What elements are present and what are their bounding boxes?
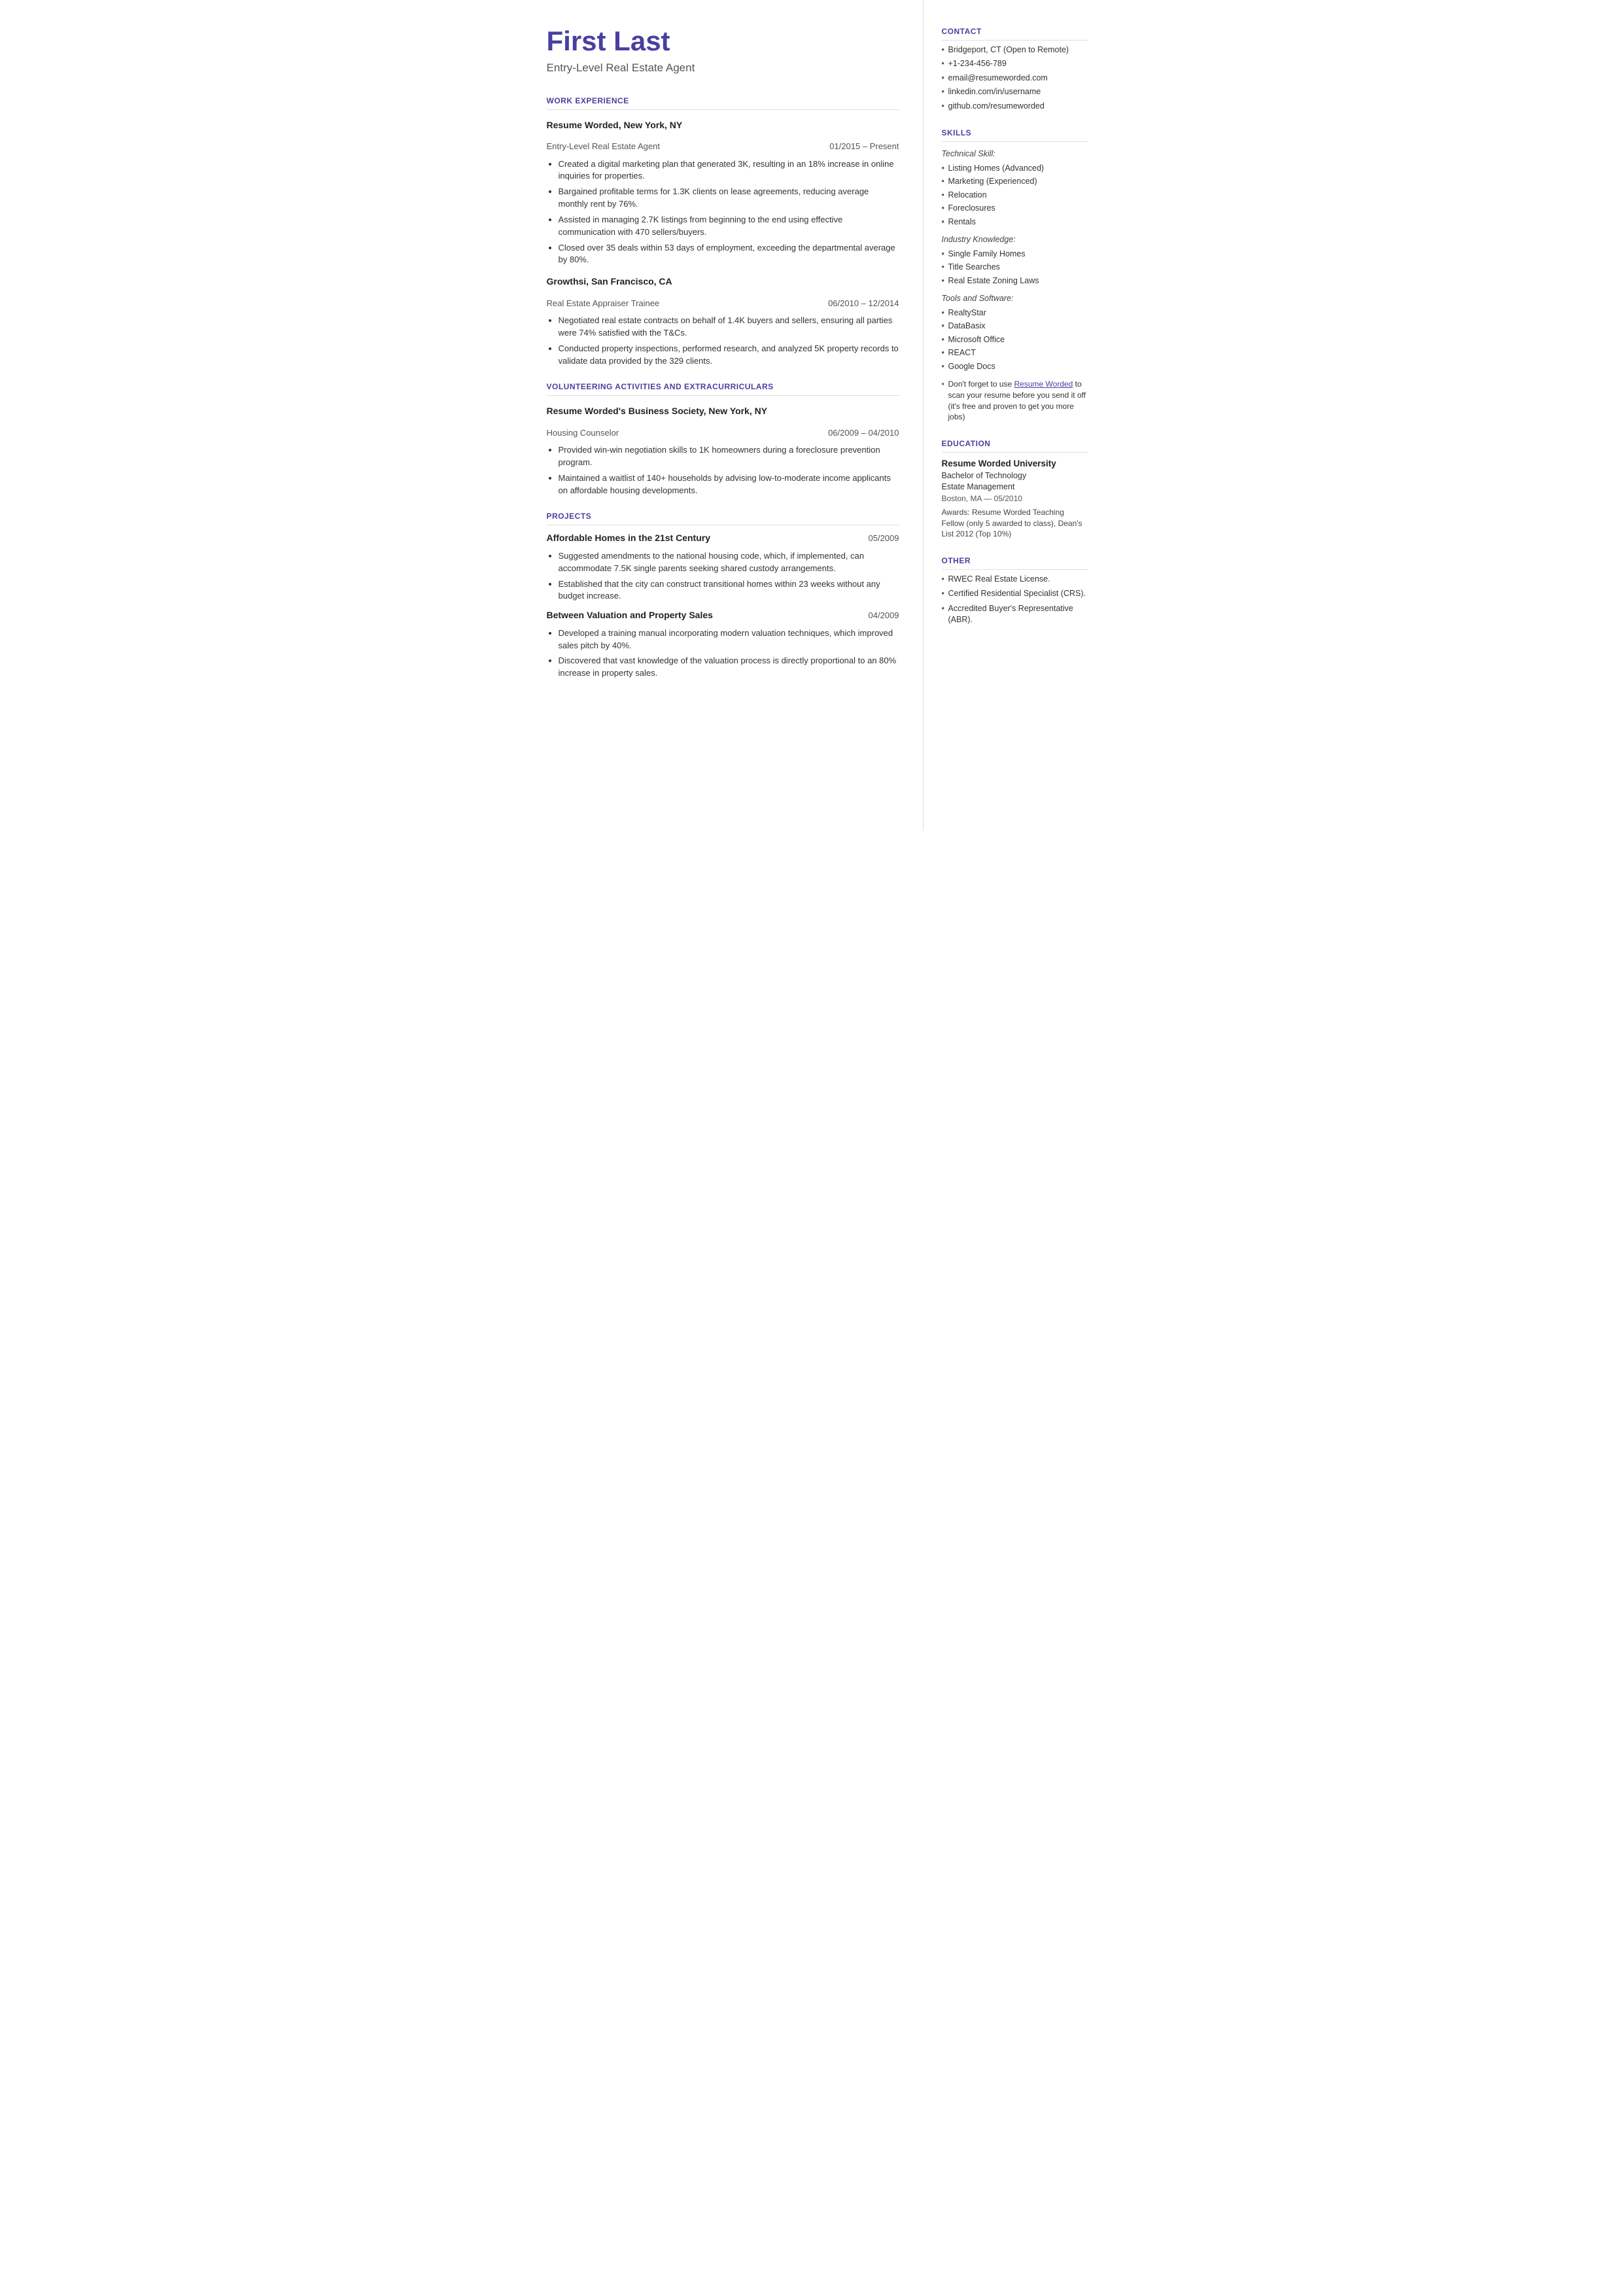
left-column: First Last Entry-Level Real Estate Agent… [518, 0, 924, 831]
work-experience-header: WORK EXPERIENCE [547, 96, 899, 110]
tools-list: RealtyStar DataBasix Microsoft Office RE… [942, 307, 1088, 373]
education-section: EDUCATION Resume Worded University Bache… [942, 438, 1088, 540]
tool-3: REACT [942, 347, 1088, 359]
project-2-bullet-2: Discovered that vast knowledge of the va… [559, 655, 899, 680]
volunteering-header: VOLUNTEERING ACTIVITIES AND EXTRACURRICU… [547, 381, 899, 396]
job-1-header-row: Resume Worded, New York, NY [547, 119, 899, 132]
job-2-bullets: Negotiated real estate contracts on beha… [559, 315, 899, 367]
technical-skill-1: Marketing (Experienced) [942, 176, 1088, 188]
tool-1: DataBasix [942, 321, 1088, 332]
technical-skill-3: Foreclosures [942, 203, 1088, 215]
job-1-bullet-1: Created a digital marketing plan that ge… [559, 158, 899, 183]
job-2: Growthsi, San Francisco, CA Real Estate … [547, 275, 899, 367]
industry-skill-0: Single Family Homes [942, 249, 1088, 260]
industry-skill-1: Title Searches [942, 262, 1088, 273]
project-2-title: Between Valuation and Property Sales [547, 609, 713, 622]
job-1-bullets: Created a digital marketing plan that ge… [559, 158, 899, 267]
volunteer-1-role-row: Housing Counselor 06/2009 – 04/2010 [547, 427, 899, 439]
technical-skill-0: Listing Homes (Advanced) [942, 163, 1088, 175]
other-section: OTHER RWEC Real Estate License. Certifie… [942, 555, 1088, 626]
projects-header: PROJECTS [547, 511, 899, 525]
contact-list: Bridgeport, CT (Open to Remote) +1-234-4… [942, 44, 1088, 113]
technical-skills-list: Listing Homes (Advanced) Marketing (Expe… [942, 163, 1088, 228]
project-1-title: Affordable Homes in the 21st Century [547, 532, 711, 545]
volunteer-1-bullets: Provided win-win negotiation skills to 1… [559, 444, 899, 497]
project-1-bullet-2: Established that the city can construct … [559, 578, 899, 603]
other-list: RWEC Real Estate License. Certified Resi… [942, 574, 1088, 626]
right-column: CONTACT Bridgeport, CT (Open to Remote) … [924, 0, 1107, 831]
main-title: Entry-Level Real Estate Agent [547, 60, 899, 76]
project-2-title-row: Between Valuation and Property Sales 04/… [547, 609, 899, 622]
project-2-bullet-1: Developed a training manual incorporatin… [559, 627, 899, 652]
other-header: OTHER [942, 555, 1088, 570]
job-1: Resume Worded, New York, NY Entry-Level … [547, 119, 899, 267]
contact-item-1: +1-234-456-789 [942, 58, 1088, 70]
contact-section: CONTACT Bridgeport, CT (Open to Remote) … [942, 26, 1088, 112]
job-2-header-row: Growthsi, San Francisco, CA [547, 275, 899, 289]
skills-section: SKILLS Technical Skill: Listing Homes (A… [942, 128, 1088, 423]
technical-skill-4: Rentals [942, 217, 1088, 228]
tool-0: RealtyStar [942, 307, 1088, 319]
contact-header: CONTACT [942, 26, 1088, 41]
job-1-bullet-4: Closed over 35 deals within 53 days of e… [559, 242, 899, 267]
technical-skill-label: Technical Skill: [942, 149, 1088, 160]
promo-text: Don't forget to use Resume Worded to sca… [942, 379, 1088, 423]
edu-awards: Awards: Resume Worded Teaching Fellow (o… [942, 507, 1088, 540]
education-header: EDUCATION [942, 438, 1088, 453]
work-experience-section: WORK EXPERIENCE Resume Worded, New York,… [547, 96, 899, 367]
job-1-role-row: Entry-Level Real Estate Agent 01/2015 – … [547, 141, 899, 152]
project-2: Between Valuation and Property Sales 04/… [547, 609, 899, 680]
contact-item-0: Bridgeport, CT (Open to Remote) [942, 44, 1088, 56]
industry-skills-list: Single Family Homes Title Searches Real … [942, 249, 1088, 287]
project-1-date: 05/2009 [869, 533, 899, 544]
project-2-bullets: Developed a training manual incorporatin… [559, 627, 899, 680]
volunteer-1-dates: 06/2009 – 04/2010 [828, 427, 899, 439]
job-1-role: Entry-Level Real Estate Agent [547, 141, 660, 152]
tool-4: Google Docs [942, 361, 1088, 373]
other-item-2: Accredited Buyer's Representative (ABR). [942, 603, 1088, 626]
skills-header: SKILLS [942, 128, 1088, 142]
contact-item-2: email@resumeworded.com [942, 73, 1088, 84]
contact-item-3: linkedin.com/in/username [942, 86, 1088, 98]
job-2-bullet-2: Conducted property inspections, performe… [559, 343, 899, 368]
job-1-company: Resume Worded, New York, NY [547, 119, 683, 132]
promo-link[interactable]: Resume Worded [1014, 379, 1073, 389]
job-2-bullet-1: Negotiated real estate contracts on beha… [559, 315, 899, 340]
volunteer-1: Resume Worded's Business Society, New Yo… [547, 405, 899, 497]
project-1-bullets: Suggested amendments to the national hou… [559, 550, 899, 603]
job-1-bullet-2: Bargained profitable terms for 1.3K clie… [559, 186, 899, 211]
industry-skill-2: Real Estate Zoning Laws [942, 275, 1088, 287]
projects-section: PROJECTS Affordable Homes in the 21st Ce… [547, 511, 899, 680]
name: First Last [547, 26, 899, 56]
industry-knowledge-label: Industry Knowledge: [942, 234, 1088, 246]
other-item-0: RWEC Real Estate License. [942, 574, 1088, 586]
technical-skill-2: Relocation [942, 190, 1088, 201]
volunteering-section: VOLUNTEERING ACTIVITIES AND EXTRACURRICU… [547, 381, 899, 497]
job-1-dates: 01/2015 – Present [829, 141, 899, 152]
volunteer-1-bullet-2: Maintained a waitlist of 140+ households… [559, 472, 899, 497]
volunteer-1-bullet-1: Provided win-win negotiation skills to 1… [559, 444, 899, 469]
project-1: Affordable Homes in the 21st Century 05/… [547, 532, 899, 603]
project-1-title-row: Affordable Homes in the 21st Century 05/… [547, 532, 899, 545]
edu-degree: Bachelor of Technology [942, 470, 1088, 482]
project-1-bullet-1: Suggested amendments to the national hou… [559, 550, 899, 575]
job-1-bullet-3: Assisted in managing 2.7K listings from … [559, 214, 899, 239]
resume-page: First Last Entry-Level Real Estate Agent… [518, 0, 1107, 831]
volunteer-1-header-row: Resume Worded's Business Society, New Yo… [547, 405, 899, 418]
edu-school: Resume Worded University [942, 458, 1088, 470]
tools-software-label: Tools and Software: [942, 293, 1088, 305]
project-2-date: 04/2009 [869, 610, 899, 622]
volunteer-1-company: Resume Worded's Business Society, New Yo… [547, 405, 768, 418]
job-2-role: Real Estate Appraiser Trainee [547, 298, 660, 309]
edu-field: Estate Management [942, 482, 1088, 493]
job-2-role-row: Real Estate Appraiser Trainee 06/2010 – … [547, 298, 899, 309]
job-2-dates: 06/2010 – 12/2014 [828, 298, 899, 309]
tool-2: Microsoft Office [942, 334, 1088, 346]
volunteer-1-role: Housing Counselor [547, 427, 619, 439]
edu-location: Boston, MA — 05/2010 [942, 493, 1088, 504]
contact-item-4: github.com/resumeworded [942, 101, 1088, 113]
job-2-company: Growthsi, San Francisco, CA [547, 275, 672, 289]
other-item-1: Certified Residential Specialist (CRS). [942, 588, 1088, 600]
